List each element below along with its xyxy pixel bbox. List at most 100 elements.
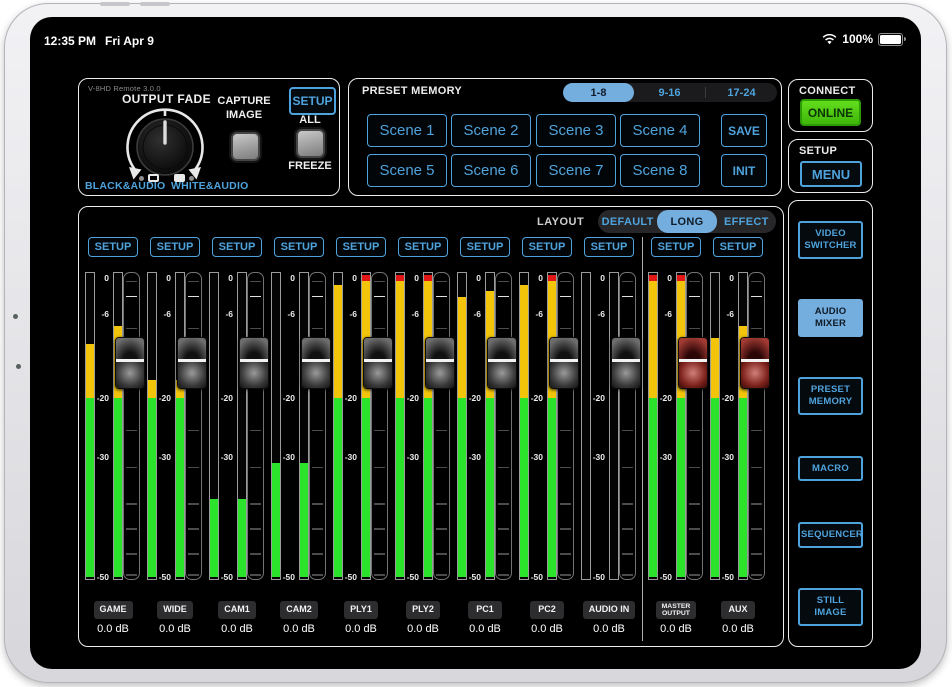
menu-button[interactable]: MENU [800,161,862,187]
scale-tick-label: -20 [462,393,481,403]
setup-button-pc2[interactable]: SETUP [522,237,572,257]
preset-memory-title: PRESET MEMORY [362,85,462,97]
channel-name-ply1: PLY1 [344,601,378,619]
meter-zone: 0-6-20-30-50 [645,272,707,580]
channel-name-pc1: PC1 [468,601,502,619]
fader-track-ply1[interactable] [371,272,388,580]
layout-tab-long[interactable]: LONG [657,210,716,233]
scale-tick-label: -30 [152,452,171,462]
nav-preset-memory-button[interactable]: PRESETMEMORY [798,377,863,415]
nav-still-image-button[interactable]: STILL IMAGE [798,588,863,626]
channel-name-audio-in: AUDIO IN [583,601,636,619]
master-section-divider [642,237,643,641]
setup-button-cam2[interactable]: SETUP [274,237,324,257]
channel-name-aux: AUX [721,601,755,619]
bank-tab-17-24[interactable]: 17-24 [706,83,777,102]
meter-zone: 0-6-20-30-50 [578,272,640,580]
scene-6-button[interactable]: Scene 6 [451,154,531,187]
scale-tick-label: 0 [586,273,605,283]
fader-knob-game[interactable] [115,337,145,389]
init-button[interactable]: INIT [721,154,767,187]
fader-knob-ply1[interactable] [363,337,393,389]
fader-track-pc1[interactable] [495,272,512,580]
layout-tab-effect[interactable]: EFFECT [717,210,776,233]
setup-button-game[interactable]: SETUP [88,237,138,257]
fader-knob-cam1[interactable] [239,337,269,389]
layout-tabs: DEFAULT LONG EFFECT [598,210,776,233]
scale-tick-label: -30 [524,452,543,462]
nav-video-switcher-button[interactable]: VIDEOSWITCHER [798,221,863,259]
scale-tick-label: -50 [276,572,295,582]
fader-track-ply2[interactable] [433,272,450,580]
fader-knob-ply2[interactable] [425,337,455,389]
wifi-icon [822,34,837,45]
fader-track-cam2[interactable] [309,272,326,580]
nav-audio-mixer-button[interactable]: AUDIO MIXER [798,299,863,337]
channel-level-wide: 0.0 dB [159,623,191,635]
sensor-dot [16,364,21,369]
layout-tab-default[interactable]: DEFAULT [598,210,657,233]
capture-image-button[interactable] [231,132,260,161]
fader-knob-aux[interactable] [740,337,770,389]
fader-track-cam1[interactable] [247,272,264,580]
app-screen: 12:35 PMFri Apr 9 100% V-8HD Remote 3.0.… [30,17,921,669]
scale-tick-label: -30 [586,452,605,462]
scale-tick-label: -50 [715,572,734,582]
nav-sequencer-button[interactable]: SEQUENCER [798,522,863,548]
battery-percent: 100% [842,32,873,46]
mode-nav-panel: VIDEOSWITCHER AUDIO MIXER PRESETMEMORY MACR… [788,200,873,647]
connect-title: CONNECT [799,85,856,97]
fader-knob-pc2[interactable] [549,337,579,389]
scale-tick-label: 0 [338,273,357,283]
scene-2-button[interactable]: Scene 2 [451,114,531,147]
meter-zone: 0-6-20-30-50 [516,272,578,580]
freeze-label: FREEZE [275,160,345,172]
fader-knob-audio-in[interactable] [611,337,641,389]
scale-tick-label: -6 [276,309,295,319]
fader-track-game[interactable] [123,272,140,580]
channel-strip-game: SETUP 0-6-20-30-50 GAME 0.0 dB [82,237,144,641]
setup-button-audio-in[interactable]: SETUP [584,237,634,257]
bank-tab-1-8[interactable]: 1-8 [563,83,634,102]
scale-tick-label: -20 [586,393,605,403]
scale-tick-label: -20 [152,393,171,403]
bank-tab-9-16[interactable]: 9-16 [634,83,705,102]
setup-button-ply2[interactable]: SETUP [398,237,448,257]
online-button[interactable]: ONLINE [800,99,861,126]
scene-4-button[interactable]: Scene 4 [620,114,700,147]
fader-track-wide[interactable] [185,272,202,580]
scene-8-button[interactable]: Scene 8 [620,154,700,187]
black-audio-label: BLACK&AUDIO [85,180,165,192]
scene-3-button[interactable]: Scene 3 [536,114,616,147]
level-meter-right [423,272,433,580]
setup-button-ply1[interactable]: SETUP [336,237,386,257]
fader-knob-master-output[interactable] [678,337,708,389]
save-button[interactable]: SAVE [721,114,767,147]
fader-knob-cam2[interactable] [301,337,331,389]
fader-track-pc2[interactable] [557,272,574,580]
setup-button-aux[interactable]: SETUP [713,237,763,257]
fader-track-audio-in[interactable] [619,272,636,580]
setup-button-cam1[interactable]: SETUP [212,237,262,257]
setup-button-master-output[interactable]: SETUP [651,237,701,257]
scene-1-button[interactable]: Scene 1 [367,114,447,147]
channel-strip-ply2: SETUP 0-6-20-30-50 PLY2 0.0 dB [392,237,454,641]
scene-5-button[interactable]: Scene 5 [367,154,447,187]
scale-tick-label: -50 [90,572,109,582]
all-freeze-button[interactable] [296,129,325,158]
scale-tick-label: 0 [276,273,295,283]
fader-track-master-output[interactable] [686,272,703,580]
nav-macro-button[interactable]: MACRO [798,456,863,482]
fader-track-aux[interactable] [748,272,765,580]
meter-zone: 0-6-20-30-50 [454,272,516,580]
setup-button-wide[interactable]: SETUP [150,237,200,257]
scene-7-button[interactable]: Scene 7 [536,154,616,187]
channel-level-master-output: 0.0 dB [660,623,692,635]
meter-zone: 0-6-20-30-50 [206,272,268,580]
fader-knob-pc1[interactable] [487,337,517,389]
meter-zone: 0-6-20-30-50 [268,272,330,580]
scale-tick-label: 0 [400,273,419,283]
setup-button-pc1[interactable]: SETUP [460,237,510,257]
fade-setup-button[interactable]: SETUP [289,87,336,115]
fader-knob-wide[interactable] [177,337,207,389]
